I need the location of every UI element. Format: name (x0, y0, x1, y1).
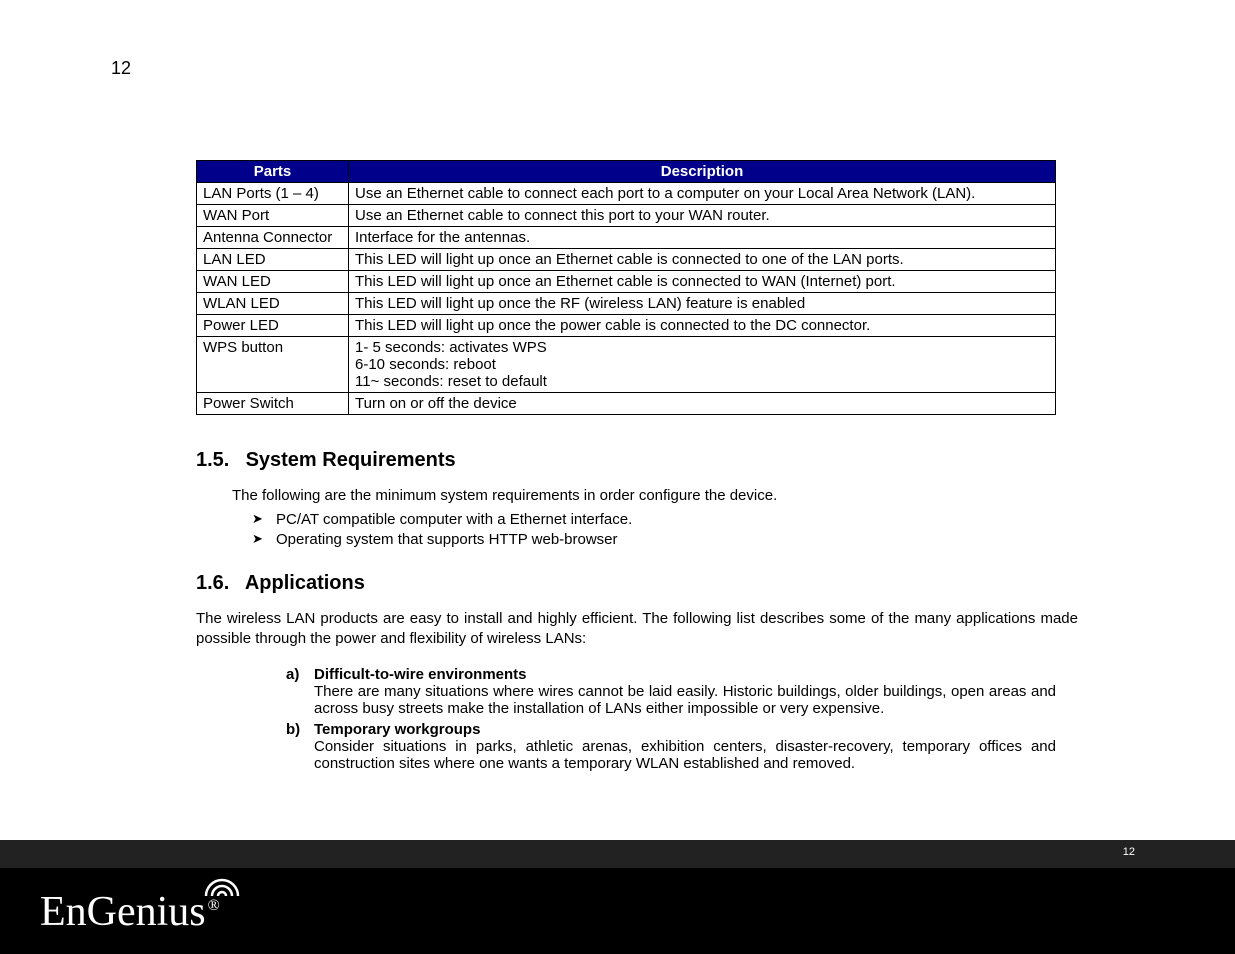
page-number-footer: 12 (1123, 846, 1135, 858)
list-letter: b) (286, 721, 300, 738)
table-cell-description: Use an Ethernet cable to connect this po… (349, 205, 1056, 227)
content-area: Parts Description LAN Ports (1 – 4)Use a… (196, 160, 1056, 776)
section-system-requirements: 1.5. System Requirements The following a… (196, 449, 1056, 550)
table-cell-part: Power Switch (197, 393, 349, 415)
heading-number: 1.6. (196, 572, 240, 595)
table-cell-description: 1- 5 seconds: activates WPS6-10 seconds:… (349, 337, 1056, 393)
apps-intro: The wireless LAN products are easy to in… (146, 609, 1078, 648)
engenius-logo: EnGenius® (40, 880, 300, 940)
table-row: Antenna ConnectorInterface for the anten… (197, 227, 1056, 249)
list-letter: a) (286, 666, 299, 683)
table-cell-part: LAN Ports (1 – 4) (197, 183, 349, 205)
logo-word: EnGenius (40, 889, 206, 935)
table-row: WLAN LEDThis LED will light up once the … (197, 293, 1056, 315)
list-item-description: There are many situations where wires ca… (314, 683, 1056, 717)
table-header-parts: Parts (197, 161, 349, 183)
document-page: 12 Parts Description LAN Ports (1 – 4)Us… (0, 0, 1235, 954)
table-row: Power SwitchTurn on or off the device (197, 393, 1056, 415)
registered-mark: ® (208, 897, 220, 914)
table-header-row: Parts Description (197, 161, 1056, 183)
section-applications: 1.6. Applications The wireless LAN produ… (196, 572, 1056, 772)
table-row: WPS button1- 5 seconds: activates WPS6-1… (197, 337, 1056, 393)
list-item-description: Consider situations in parks, athletic a… (314, 738, 1056, 772)
table-row: LAN LEDThis LED will light up once an Et… (197, 249, 1056, 271)
heading-applications: 1.6. Applications (196, 572, 1056, 595)
heading-title: System Requirements (246, 449, 456, 471)
table-cell-description: This LED will light up once the RF (wire… (349, 293, 1056, 315)
arrow-bullet-icon: ➤ (252, 510, 263, 528)
heading-number: 1.5. (196, 449, 240, 472)
table-cell-part: WPS button (197, 337, 349, 393)
table-cell-description: This LED will light up once the power ca… (349, 315, 1056, 337)
heading-title: Applications (245, 572, 365, 594)
list-item-title: Temporary workgroups (314, 721, 480, 738)
table-cell-part: WLAN LED (197, 293, 349, 315)
table-cell-description: Use an Ethernet cable to connect each po… (349, 183, 1056, 205)
logo-text: EnGenius® (40, 889, 220, 935)
list-item: ➤Operating system that supports HTTP web… (252, 530, 1056, 550)
sysreq-bullet-list: ➤PC/AT compatible computer with a Ethern… (252, 510, 1056, 551)
table-cell-description: Interface for the antennas. (349, 227, 1056, 249)
table-row: WAN LEDThis LED will light up once an Et… (197, 271, 1056, 293)
table-cell-part: LAN LED (197, 249, 349, 271)
table-cell-description: This LED will light up once an Ethernet … (349, 249, 1056, 271)
table-row: Power LEDThis LED will light up once the… (197, 315, 1056, 337)
table-cell-part: Power LED (197, 315, 349, 337)
table-cell-part: WAN Port (197, 205, 349, 227)
list-item: b) Temporary workgroupsConsider situation… (286, 721, 1056, 772)
table-row: LAN Ports (1 – 4)Use an Ethernet cable t… (197, 183, 1056, 205)
table-cell-part: WAN LED (197, 271, 349, 293)
table-cell-part: Antenna Connector (197, 227, 349, 249)
page-number-top: 12 (111, 58, 131, 79)
table-row: WAN PortUse an Ethernet cable to connect… (197, 205, 1056, 227)
parts-description-table: Parts Description LAN Ports (1 – 4)Use a… (196, 160, 1056, 415)
list-item: a) Difficult-to-wire environmentsThere ar… (286, 666, 1056, 717)
table-header-description: Description (349, 161, 1056, 183)
table-cell-description: This LED will light up once an Ethernet … (349, 271, 1056, 293)
sysreq-intro: The following are the minimum system req… (232, 486, 1056, 506)
apps-lettered-list: a) Difficult-to-wire environmentsThere ar… (286, 666, 1056, 772)
heading-system-requirements: 1.5. System Requirements (196, 449, 1056, 472)
table-cell-description: Turn on or off the device (349, 393, 1056, 415)
list-item-title: Difficult-to-wire environments (314, 666, 527, 683)
list-item: ➤PC/AT compatible computer with a Ethern… (252, 510, 1056, 530)
arrow-bullet-icon: ➤ (252, 530, 263, 548)
